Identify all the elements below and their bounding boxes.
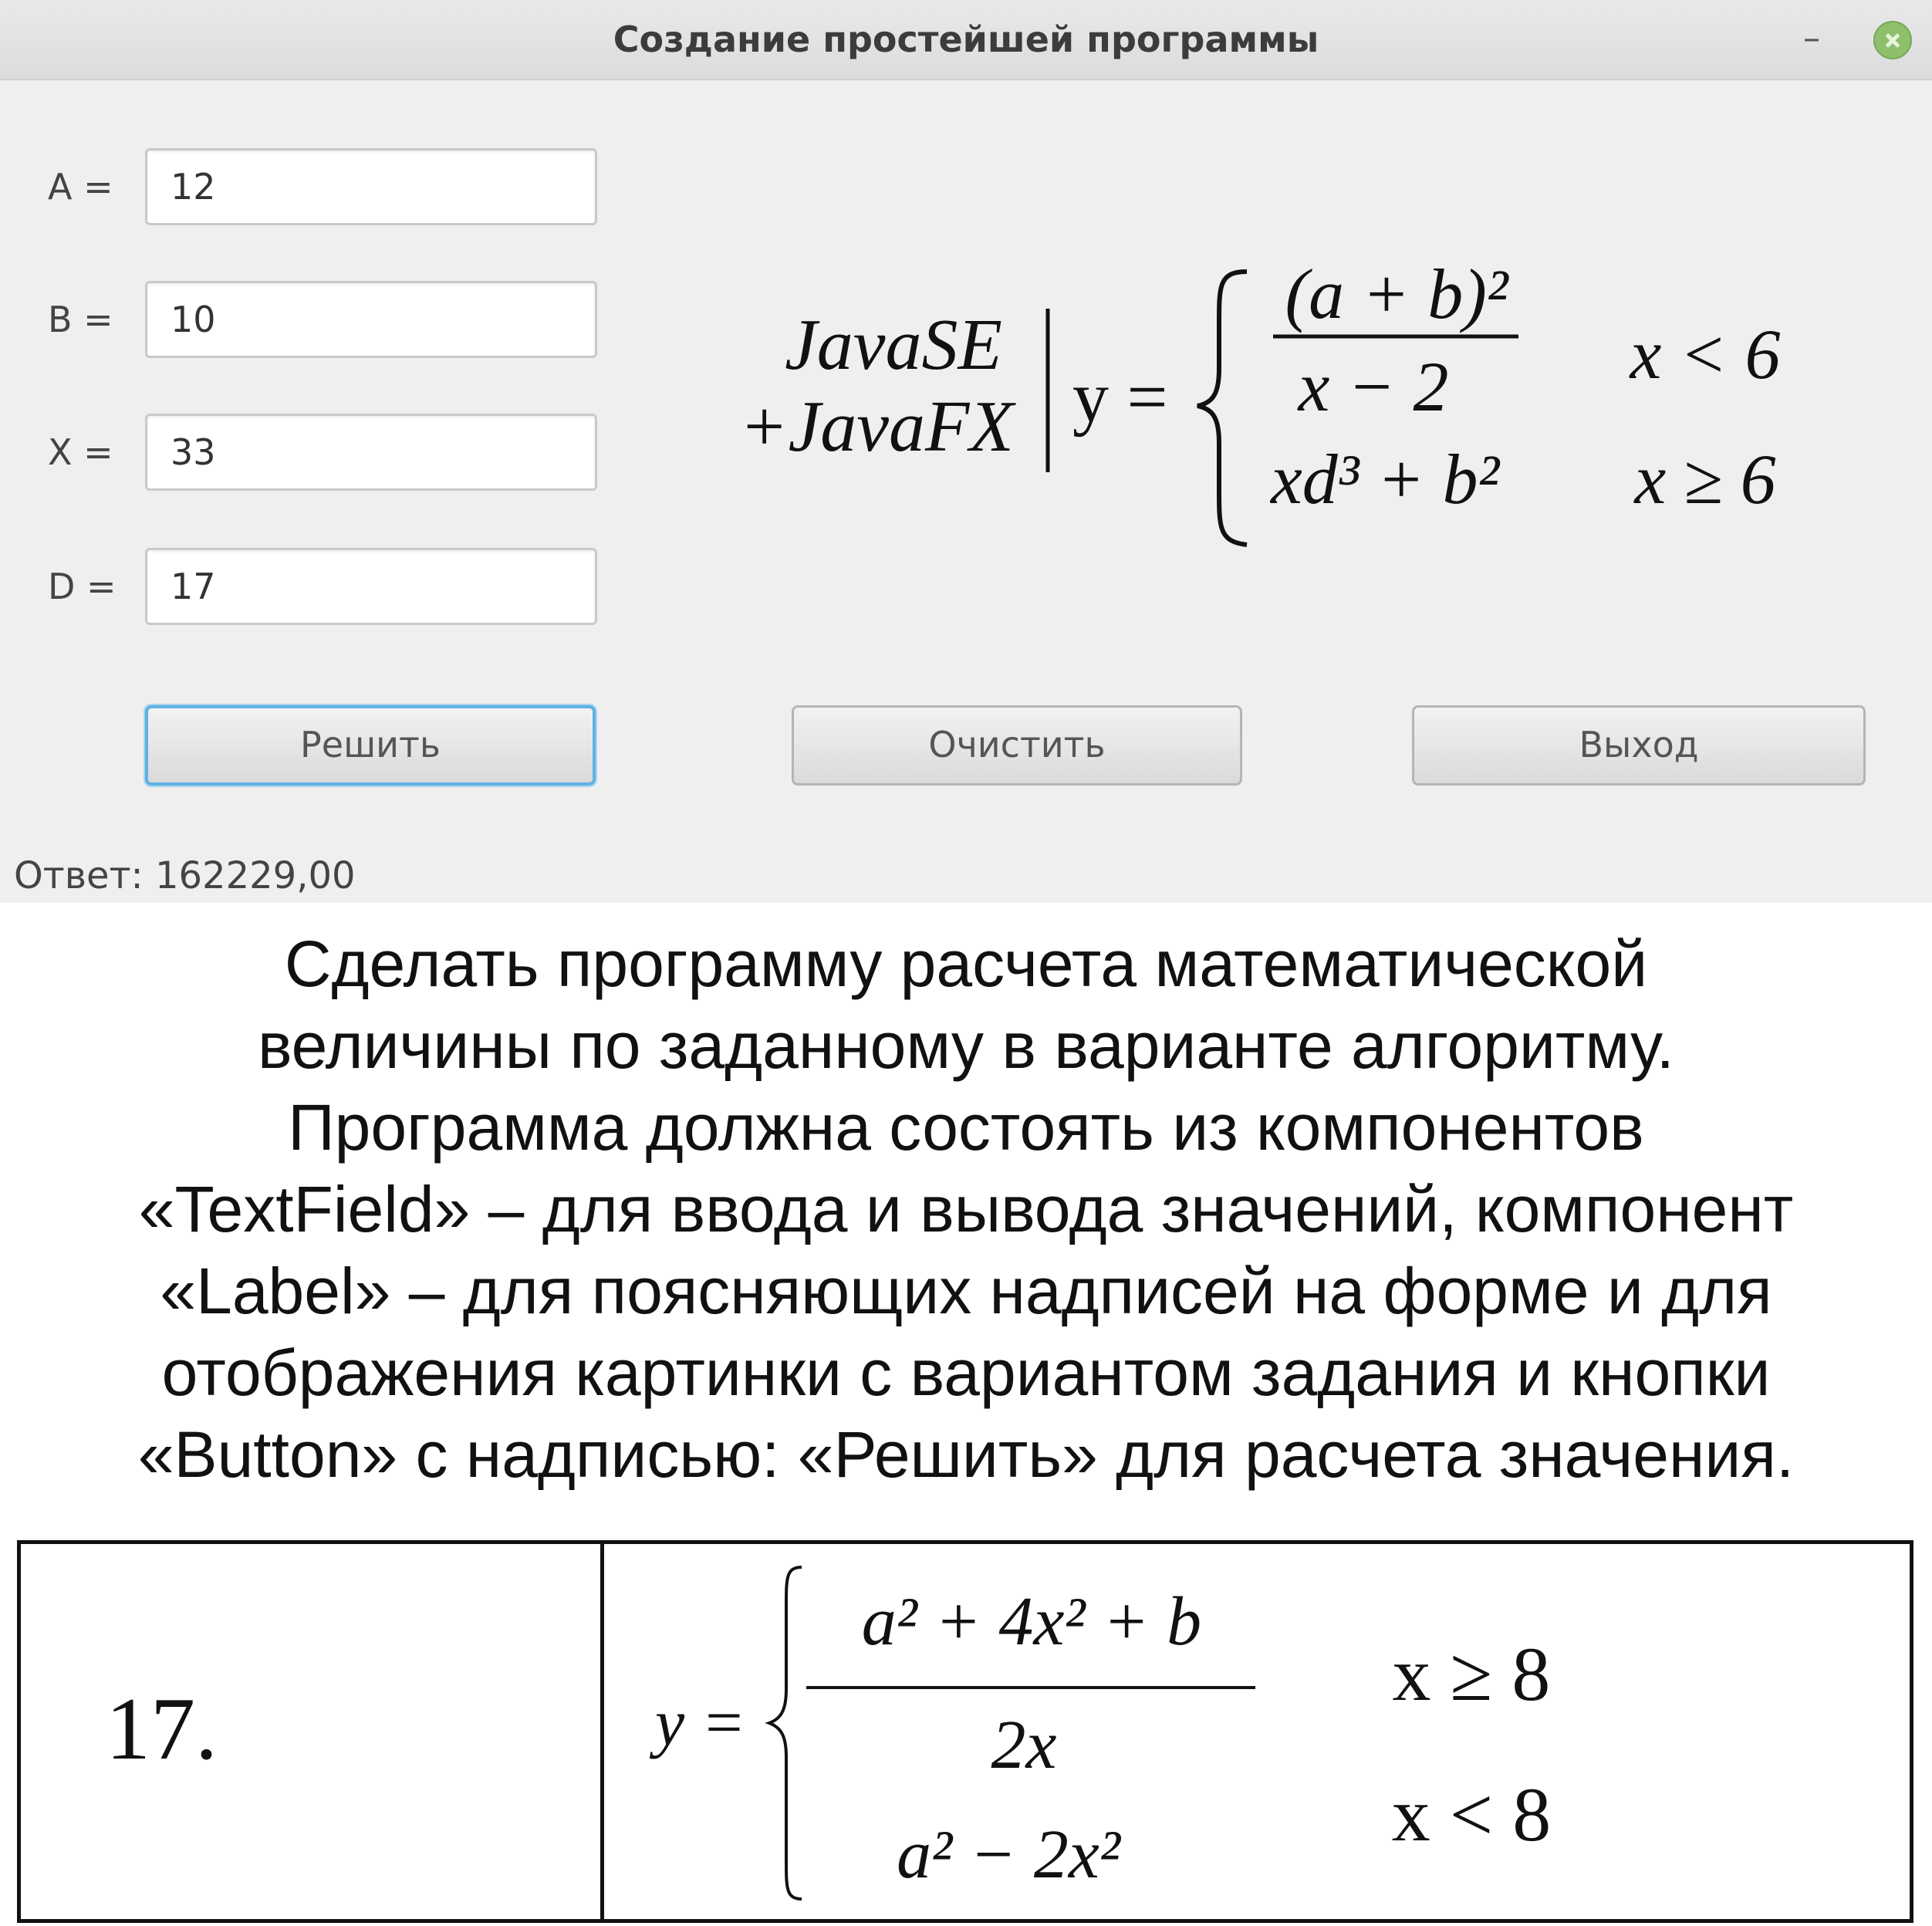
label-d: D = [48,566,117,607]
app-window: Создание простейшей программы – A = B = … [0,0,1932,903]
formula-javase: JavaSE [785,305,1002,385]
variant-lhs: y = [649,1685,746,1759]
title-bar[interactable]: Создание простейшей программы – [0,0,1932,80]
input-x[interactable] [145,414,597,491]
label-b: B = [48,299,113,340]
formula-image: JavaSE +JavaFX y = (a + b)² x − 2 x < 6 … [739,255,1781,547]
window-title: Создание простейшей программы [613,19,1319,60]
variant-case2-expression: a² − 2x² [897,1816,1122,1893]
task-line: «Label» – для поясняющих надписей на фор… [160,1255,1772,1327]
formula-case1-numerator: (a + b)² [1285,255,1509,333]
variant-table: 17. y = a² + 4x² + b 2x a² − 2x² x ≥ 8 x… [17,1540,1913,1923]
solve-button[interactable]: Решить [145,705,596,786]
variant-number: 17. [106,1680,218,1779]
variant-case1-denominator: 2x [991,1707,1057,1783]
variant-case1-numerator: a² + 4x² + b [862,1583,1201,1660]
variant-case2-condition: x < 8 [1392,1772,1551,1857]
input-d[interactable] [145,548,597,625]
task-line: Сделать программу расчета математической [284,928,1648,1000]
input-b[interactable] [145,281,597,358]
answer-label: Ответ: 162229,00 [14,854,356,897]
table-divider [600,1544,604,1919]
close-icon[interactable] [1873,21,1912,59]
label-x: X = [48,431,113,473]
label-a: A = [48,166,113,208]
exit-button[interactable]: Выход [1412,705,1866,786]
task-description: Сделать программу расчета математической… [0,923,1932,1495]
formula-case1-denominator: x − 2 [1297,347,1449,426]
task-line: величины по заданному в варианте алгорит… [257,1009,1675,1082]
task-line: «Button» с надписью: «Решить» для расчет… [137,1418,1795,1491]
formula-brace [1197,269,1248,547]
variant-case1-condition: x ≥ 8 [1393,1631,1551,1717]
task-line: «TextField» – для ввода и вывода значени… [138,1173,1794,1245]
formula-case2-expression: xd³ + b² [1269,440,1500,519]
clear-button[interactable]: Очистить [792,705,1242,786]
formula-case1-condition: x < 6 [1629,315,1781,394]
formula-javafx: +JavaFX [739,387,1016,467]
variant-brace [765,1566,802,1901]
task-line: Программа должна состоять из компонентов [288,1091,1644,1164]
minimize-icon[interactable]: – [1788,17,1835,63]
task-line: отображения картинки с вариантом задания… [161,1336,1771,1409]
formula-lhs: y = [1072,357,1168,438]
variant-formula: y = a² + 4x² + b 2x a² − 2x² x ≥ 8 x < 8 [649,1566,1551,1901]
formula-case2-condition: x ≥ 6 [1633,440,1775,519]
input-a[interactable] [145,148,597,225]
